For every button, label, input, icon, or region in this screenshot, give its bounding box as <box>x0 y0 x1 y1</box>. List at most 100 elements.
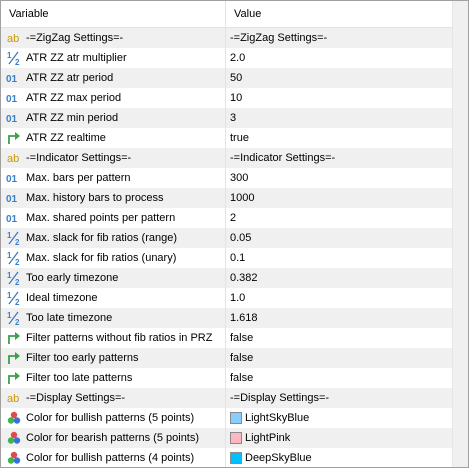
value-text: 0.382 <box>230 272 258 284</box>
value-cell[interactable]: 0.1 <box>226 248 452 268</box>
table-row[interactable]: Filter too early patterns false <box>1 348 468 368</box>
value-cell[interactable]: 0.05 <box>226 228 452 248</box>
fraction-icon: 12 <box>6 290 22 306</box>
table-row[interactable]: 01 ATR ZZ min period 3 <box>1 108 468 128</box>
table-row[interactable]: 1 2 Ideal timezone 1.0 <box>1 288 468 308</box>
value-cell[interactable]: 1.0 <box>226 288 452 308</box>
svg-text:1: 1 <box>7 311 12 320</box>
variable-name: Max. slack for fib ratios (range) <box>26 232 177 244</box>
value-text: false <box>230 352 254 364</box>
table-row[interactable]: ATR ZZ realtime true <box>1 128 468 148</box>
value-text: -=ZigZag Settings=- <box>230 32 328 44</box>
value-cell[interactable]: 1.618 <box>226 308 452 328</box>
table-row[interactable]: 01 Max. bars per pattern 300 <box>1 168 468 188</box>
value-cell[interactable]: 2 <box>226 208 452 228</box>
variable-cell: 01 ATR ZZ atr period <box>1 68 226 88</box>
table-row[interactable]: 01 Max. shared points per pattern 2 <box>1 208 468 228</box>
value-cell[interactable]: -=Indicator Settings=- <box>226 148 452 168</box>
svg-text:2: 2 <box>15 298 20 306</box>
variable-cell: ab -=Indicator Settings=- <box>1 148 226 168</box>
table-row[interactable]: ab -=Display Settings=- -=Display Settings… <box>1 388 468 408</box>
variable-cell: 1 2 Max. slack for fib ratios (unary) <box>1 248 226 268</box>
inputs-grid: Variable Value ab -=ZigZag Settings=- -=Zi… <box>0 0 469 468</box>
variable-name: Max. shared points per pattern <box>26 212 176 224</box>
value-cell[interactable]: 10 <box>226 88 452 108</box>
integer-icon: 01 <box>6 70 22 86</box>
value-text: 1.618 <box>230 312 258 324</box>
value-text: 0.05 <box>230 232 252 244</box>
variable-name: Ideal timezone <box>26 292 98 304</box>
table-row[interactable]: Filter too late patterns false <box>1 368 468 388</box>
variable-cell: 1 2 ATR ZZ atr multiplier <box>1 48 226 68</box>
color-icon <box>6 410 22 426</box>
svg-text:2: 2 <box>15 58 20 66</box>
variable-name: Max. bars per pattern <box>26 172 131 184</box>
value-cell[interactable]: 300 <box>226 168 452 188</box>
vertical-scrollbar[interactable] <box>452 1 468 467</box>
value-text: 300 <box>230 172 249 184</box>
table-row[interactable]: ab -=ZigZag Settings=- -=ZigZag Settings=- <box>1 28 468 48</box>
value-cell[interactable]: false <box>226 348 452 368</box>
value-cell[interactable]: false <box>226 328 452 348</box>
variable-name: ATR ZZ atr multiplier <box>26 52 127 64</box>
table-row[interactable]: 1 2 Max. slack for fib ratios (unary) 0.1 <box>1 248 468 268</box>
variable-name: -=Indicator Settings=- <box>26 152 132 164</box>
value-text: 10 <box>230 92 243 104</box>
table-row[interactable]: ab -=Indicator Settings=- -=Indicator Sett… <box>1 148 468 168</box>
value-cell[interactable]: false <box>226 368 452 388</box>
table-row[interactable]: 01 ATR ZZ atr period 50 <box>1 68 468 88</box>
bool-arrow-icon <box>6 350 22 366</box>
variable-name: ATR ZZ min period <box>26 112 119 124</box>
value-cell[interactable]: LightPink <box>226 428 452 448</box>
variable-cell: Filter too late patterns <box>1 368 226 388</box>
svg-text:2: 2 <box>15 258 20 266</box>
value-text: 2.0 <box>230 52 246 64</box>
value-cell[interactable]: -=ZigZag Settings=- <box>226 28 452 48</box>
variable-name: ATR ZZ atr period <box>26 72 114 84</box>
table-row[interactable]: Color for bullish patterns (5 points) Lig… <box>1 408 468 428</box>
bool-arrow-icon <box>6 330 22 346</box>
integer-icon: 01 <box>6 210 22 226</box>
value-text: -=Indicator Settings=- <box>230 152 336 164</box>
svg-text:1: 1 <box>7 271 12 280</box>
value-cell[interactable]: 50 <box>226 68 452 88</box>
value-cell[interactable]: DeepSkyBlue <box>226 448 452 467</box>
value-cell[interactable]: 0.382 <box>226 268 452 288</box>
grid-body: ab -=ZigZag Settings=- -=ZigZag Settings=-… <box>1 28 468 467</box>
value-cell[interactable]: LightSkyBlue <box>226 408 452 428</box>
fraction-icon: 12 <box>6 230 22 246</box>
value-cell[interactable]: 1000 <box>226 188 452 208</box>
value-column-header[interactable]: Value <box>226 1 452 27</box>
variable-name: -=ZigZag Settings=- <box>26 32 124 44</box>
table-row[interactable]: 1 2 Max. slack for fib ratios (range) 0.05 <box>1 228 468 248</box>
table-row[interactable]: Filter patterns without fib ratios in PR… <box>1 328 468 348</box>
table-row[interactable]: Color for bullish patterns (4 points) Dee… <box>1 448 468 467</box>
table-row[interactable]: Color for bearish patterns (5 points) Lig… <box>1 428 468 448</box>
variable-name: Color for bullish patterns (4 points) <box>26 452 195 464</box>
variable-name: Max. slack for fib ratios (unary) <box>26 252 177 264</box>
svg-text:1: 1 <box>7 231 12 240</box>
color-icon <box>6 430 22 446</box>
table-row[interactable]: 01 Max. history bars to process 1000 <box>1 188 468 208</box>
value-cell[interactable]: true <box>226 128 452 148</box>
integer-icon: 01 <box>6 170 22 186</box>
variable-name: Too early timezone <box>26 272 119 284</box>
variable-column-header[interactable]: Variable <box>1 1 226 27</box>
value-text: 50 <box>230 72 243 84</box>
variable-cell: 01 ATR ZZ max period <box>1 88 226 108</box>
value-cell[interactable]: 3 <box>226 108 452 128</box>
table-row[interactable]: 01 ATR ZZ max period 10 <box>1 88 468 108</box>
svg-text:1: 1 <box>7 251 12 260</box>
value-text: true <box>230 132 249 144</box>
table-row[interactable]: 1 2 Too early timezone 0.382 <box>1 268 468 288</box>
variable-cell: ATR ZZ realtime <box>1 128 226 148</box>
variable-cell: Filter too early patterns <box>1 348 226 368</box>
variable-cell: 01 Max. history bars to process <box>1 188 226 208</box>
value-cell[interactable]: 2.0 <box>226 48 452 68</box>
value-text: DeepSkyBlue <box>245 452 312 464</box>
table-row[interactable]: 1 2 ATR ZZ atr multiplier 2.0 <box>1 48 468 68</box>
table-row[interactable]: 1 2 Too late timezone 1.618 <box>1 308 468 328</box>
value-text: false <box>230 372 254 384</box>
variable-name: Max. history bars to process <box>26 192 164 204</box>
value-cell[interactable]: -=Display Settings=- <box>226 388 452 408</box>
